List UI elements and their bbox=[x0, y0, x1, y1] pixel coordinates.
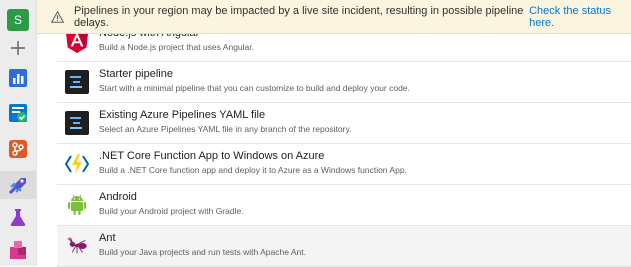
template-list: Node.js with Angular Build a Node.js pro… bbox=[57, 21, 631, 267]
list-item[interactable]: Ant Build your Java projects and run tes… bbox=[57, 226, 631, 267]
test-plans-icon[interactable] bbox=[6, 205, 30, 229]
project-avatar-letter: S bbox=[7, 9, 29, 31]
left-nav-rail: S bbox=[0, 0, 37, 266]
pipeline-yaml-icon bbox=[65, 111, 89, 135]
list-item[interactable]: .NET Core Function App to Windows on Azu… bbox=[57, 144, 631, 185]
template-description: Build a Node.js project that uses Angula… bbox=[99, 42, 254, 52]
pipeline-yaml-icon bbox=[65, 70, 89, 94]
pipelines-icon[interactable] bbox=[0, 171, 36, 199]
add-icon[interactable] bbox=[6, 36, 30, 60]
main-content: Pipelines in your region may be impacted… bbox=[37, 0, 631, 267]
status-link[interactable]: Check the status here. bbox=[529, 5, 631, 29]
artifacts-icon[interactable] bbox=[6, 238, 30, 262]
overview-icon[interactable] bbox=[6, 66, 30, 90]
template-description: Build a .NET Core function app and deplo… bbox=[99, 165, 407, 175]
warning-icon bbox=[51, 10, 64, 23]
list-item[interactable]: Existing Azure Pipelines YAML file Selec… bbox=[57, 103, 631, 144]
template-description: Start with a minimal pipeline that you c… bbox=[99, 83, 410, 93]
template-title: .NET Core Function App to Windows on Azu… bbox=[99, 150, 325, 162]
template-description: Select an Azure Pipelines YAML file in a… bbox=[99, 124, 352, 134]
list-item[interactable]: Android Build your Android project with … bbox=[57, 185, 631, 226]
template-title: Starter pipeline bbox=[99, 68, 173, 80]
azure-functions-icon bbox=[65, 152, 89, 176]
repos-icon[interactable] bbox=[6, 137, 30, 161]
template-title: Ant bbox=[99, 232, 116, 244]
template-title: Existing Azure Pipelines YAML file bbox=[99, 109, 266, 121]
banner-message: Pipelines in your region may be impacted… bbox=[74, 4, 524, 29]
template-title: Android bbox=[99, 191, 137, 203]
project-avatar[interactable]: S bbox=[6, 8, 30, 32]
ant-icon bbox=[65, 234, 89, 258]
template-description: Build your Java projects and run tests w… bbox=[99, 247, 306, 257]
boards-icon[interactable] bbox=[6, 101, 30, 125]
incident-banner: Pipelines in your region may be impacted… bbox=[37, 0, 631, 34]
list-item[interactable]: Starter pipeline Start with a minimal pi… bbox=[57, 62, 631, 103]
android-icon bbox=[65, 193, 89, 217]
template-description: Build your Android project with Gradle. bbox=[99, 206, 244, 216]
